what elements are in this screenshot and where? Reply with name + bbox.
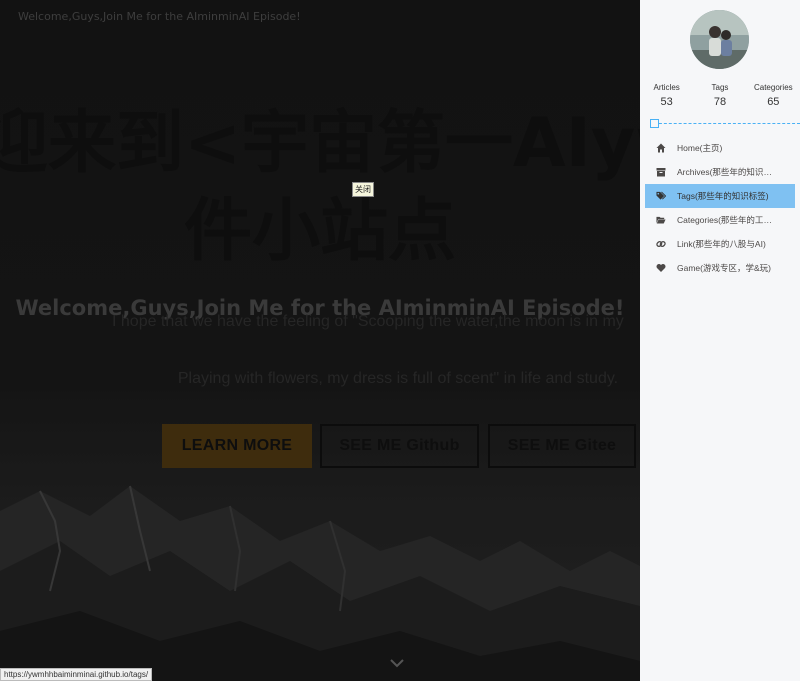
- stat-categories[interactable]: Categories 65: [747, 83, 800, 108]
- folder-open-icon: [656, 215, 666, 225]
- sidebar-item-label: Link(那些年的八股与AI): [677, 239, 766, 249]
- stats-row: Articles 53 Tags 78 Categories 65: [640, 83, 800, 108]
- chevron-down-icon[interactable]: [390, 655, 404, 671]
- link-icon: [656, 239, 666, 249]
- sidebar-item-home[interactable]: Home(主页): [640, 136, 800, 160]
- divider: [654, 123, 800, 124]
- sidebar-item-label: Home(主页): [677, 143, 723, 153]
- sidebar-item-label: Archives(那些年的知识归档): [677, 167, 780, 177]
- stat-value: 65: [767, 96, 780, 108]
- archive-icon: [656, 167, 666, 177]
- site-top-title[interactable]: Welcome,Guys,Join Me for the AIminminAI …: [18, 10, 301, 23]
- heart-icon: [656, 263, 666, 273]
- hero-section: Welcome,Guys,Join Me for the AIminminAI …: [0, 0, 640, 681]
- hero-title-line2: 件小站点: [183, 192, 456, 271]
- hero-title-line1: 迎来到<宇宙第一AIywm: [0, 104, 640, 183]
- avatar[interactable]: [690, 10, 749, 69]
- stat-value: 78: [713, 96, 727, 108]
- learn-more-button[interactable]: LEARN MORE: [162, 424, 312, 468]
- tags-icon: [656, 191, 666, 201]
- sidebar-item-game[interactable]: Game(游戏专区，学&玩): [640, 256, 800, 280]
- sidebar-item-categories[interactable]: Categories(那些年的工作分类): [640, 208, 800, 232]
- sidebar: Articles 53 Tags 78 Categories 65 Home(主…: [640, 0, 800, 681]
- stat-value: 53: [660, 96, 673, 108]
- sidebar-menu: Home(主页) Archives(那些年的知识归档) Tags(那些年的知识标…: [640, 136, 800, 280]
- status-bar-url: https://ywmhhbaiminminai.github.io/tags/: [0, 668, 153, 681]
- gitee-button[interactable]: SEE ME Gitee: [488, 424, 636, 468]
- stat-label: Articles: [653, 83, 680, 92]
- sidebar-item-tags[interactable]: Tags(那些年的知识标签): [645, 184, 795, 208]
- sidebar-item-archives[interactable]: Archives(那些年的知识归档): [640, 160, 800, 184]
- stat-label: Categories: [753, 83, 793, 92]
- stat-label: Tags: [711, 83, 729, 92]
- hero-quote-line2: Playing with flowers, my dress is full o…: [177, 370, 619, 387]
- divider-icon: [650, 119, 659, 128]
- hero-quote-line1: I hope that we have the feeling of "Scoo…: [112, 313, 624, 330]
- sidebar-item-link[interactable]: Link(那些年的八股与AI): [640, 232, 800, 256]
- sidebar-item-label: Categories(那些年的工作分类): [677, 215, 780, 225]
- home-icon: [656, 143, 666, 153]
- stat-articles[interactable]: Articles 53: [640, 83, 693, 108]
- github-button[interactable]: SEE ME Github: [320, 424, 479, 468]
- sidebar-item-label: Game(游戏专区，学&玩): [677, 263, 771, 273]
- sidebar-item-label: Tags(那些年的知识标签): [677, 191, 769, 201]
- stat-tags[interactable]: Tags 78: [693, 83, 746, 108]
- close-tooltip: 关闭: [352, 182, 374, 197]
